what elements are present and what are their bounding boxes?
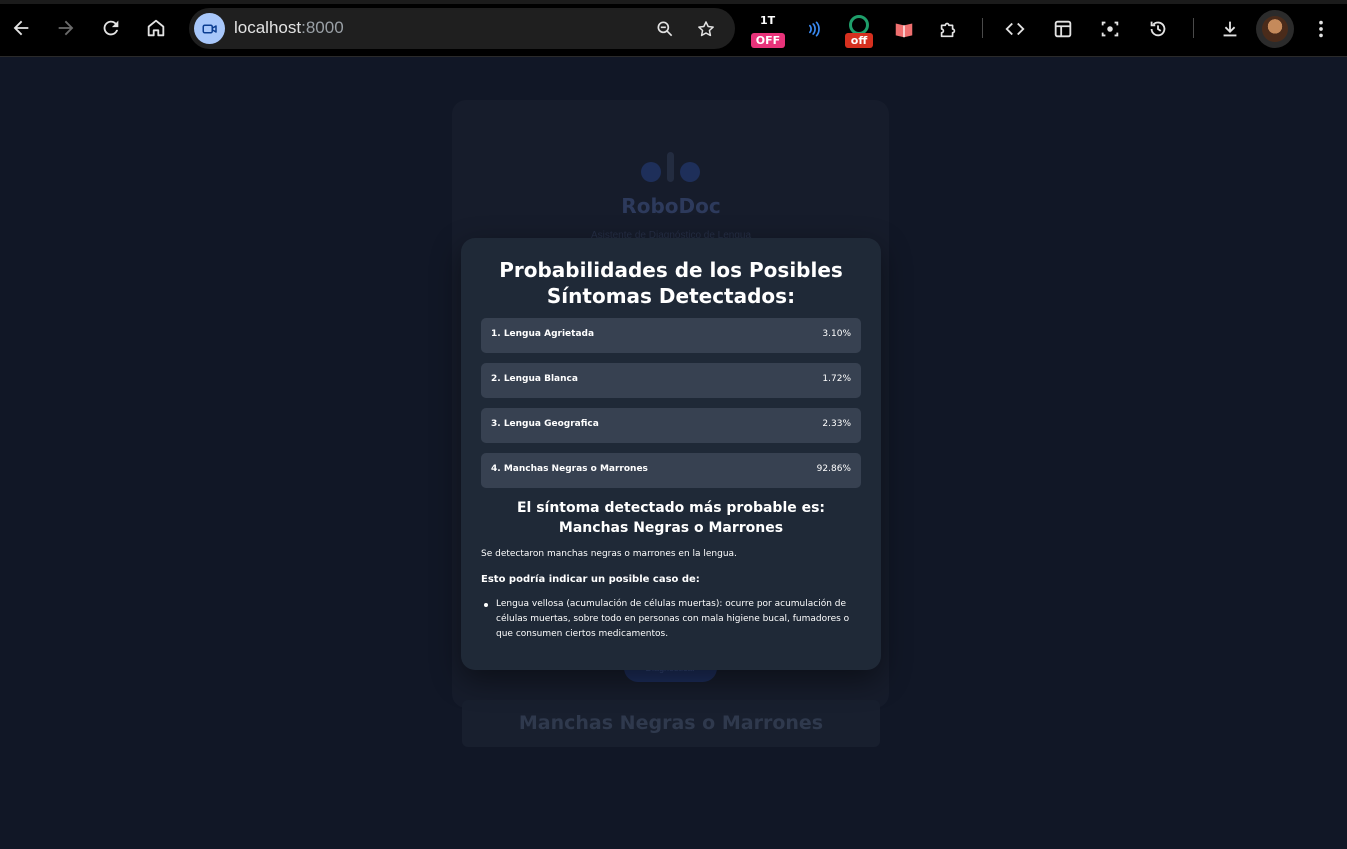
app-logo-text: RoboDoc: [621, 194, 721, 218]
code-brackets-icon: [1005, 22, 1025, 36]
more-vertical-icon: [1319, 20, 1323, 38]
extension-1-top: 1T: [760, 14, 776, 27]
url-host: localhost: [234, 18, 302, 37]
possible-cases-list: Lengua vellosa (acumulación de células m…: [481, 597, 851, 642]
background-result: Manchas Negras o Marrones: [462, 700, 880, 747]
extension-2[interactable]: [797, 13, 831, 45]
extension-4[interactable]: [887, 13, 921, 45]
browser-toolbar: localhost:8000 1T OFF off: [0, 0, 1347, 57]
profile-avatar[interactable]: [1256, 10, 1294, 48]
history-button[interactable]: [1141, 13, 1175, 45]
probability-value: 92.86%: [816, 464, 851, 474]
url-text[interactable]: localhost:8000: [234, 18, 344, 38]
reload-icon: [103, 20, 119, 36]
toolbar-divider-2: [1193, 18, 1194, 38]
possible-cases-title: Esto podría indicar un posible caso de:: [481, 574, 700, 585]
probability-label: 2. Lengua Blanca: [491, 374, 578, 384]
extension-3-icon: [849, 15, 869, 35]
extension-3[interactable]: off: [842, 15, 876, 48]
modal-title: Probabilidades de los Posibles Síntomas …: [461, 257, 881, 309]
camera-capture-icon: [1101, 21, 1119, 37]
case-text: Lengua vellosa (acumulación de células m…: [496, 599, 850, 639]
video-camera-icon: [202, 24, 217, 33]
site-info-icon[interactable]: [194, 13, 225, 44]
bookmark-star-icon[interactable]: [694, 17, 718, 41]
magnifier-minus-icon: [657, 21, 673, 37]
most-likely-result: El síntoma detectado más probable es: Ma…: [461, 498, 881, 538]
home-icon: [147, 19, 165, 37]
screenshot-button[interactable]: [1093, 13, 1127, 45]
reload-button[interactable]: [96, 13, 126, 43]
probability-label: 4. Manchas Negras o Marrones: [491, 464, 648, 474]
history-clock-icon: [1150, 21, 1166, 37]
devtools-button[interactable]: [998, 13, 1032, 45]
address-bar[interactable]: localhost:8000: [189, 8, 735, 49]
download-icon: [1223, 21, 1237, 37]
symptom-description: Se detectaron manchas negras o marrones …: [481, 549, 737, 559]
tab-strip: [0, 0, 1347, 4]
probabilities-modal: Probabilidades de los Posibles Síntomas …: [461, 238, 881, 670]
back-button[interactable]: [6, 13, 36, 43]
robodoc-logo-icon: [641, 152, 700, 182]
book-icon: [895, 23, 913, 38]
browser-menu-button[interactable]: [1304, 13, 1338, 45]
profile-photo: [1262, 16, 1288, 42]
probability-row: 1. Lengua Agrietada 3.10%: [481, 318, 861, 353]
modal-title-line2: Síntomas Detectados:: [546, 284, 796, 308]
puzzle-icon: [940, 22, 956, 38]
probability-value: 2.33%: [822, 419, 851, 429]
probability-label: 1. Lengua Agrietada: [491, 329, 595, 339]
back-arrow-icon: [13, 20, 29, 36]
layout-button[interactable]: [1046, 13, 1080, 45]
result-intro: El síntoma detectado más probable es:: [516, 500, 826, 516]
bullet-icon: [484, 603, 488, 607]
probability-row: 2. Lengua Blanca 1.72%: [481, 363, 861, 398]
probability-label: 3. Lengua Geografica: [491, 419, 599, 429]
extension-1[interactable]: 1T OFF: [751, 14, 785, 48]
result-symptom: Manchas Negras o Marrones: [558, 520, 784, 536]
sound-waves-icon: [809, 21, 820, 37]
toolbar-divider: [982, 18, 983, 38]
forward-arrow-icon: [58, 20, 74, 36]
layout-icon: [1054, 20, 1072, 38]
forward-button[interactable]: [51, 13, 81, 43]
downloads-button[interactable]: [1213, 13, 1247, 45]
probability-value: 3.10%: [822, 329, 851, 339]
url-port: :8000: [301, 18, 344, 37]
zoom-icon[interactable]: [653, 17, 677, 41]
extension-1-badge: OFF: [751, 33, 785, 48]
probability-row: 4. Manchas Negras o Marrones 92.86%: [481, 453, 861, 488]
extension-3-badge: off: [845, 33, 873, 48]
list-item: Lengua vellosa (acumulación de células m…: [481, 597, 851, 642]
probability-value: 1.72%: [822, 374, 851, 384]
star-icon: [698, 21, 714, 37]
probability-row: 3. Lengua Geografica 2.33%: [481, 408, 861, 443]
modal-title-line1: Probabilidades de los Posibles: [499, 258, 843, 282]
home-button[interactable]: [141, 13, 171, 43]
extensions-menu-button[interactable]: [931, 13, 965, 45]
